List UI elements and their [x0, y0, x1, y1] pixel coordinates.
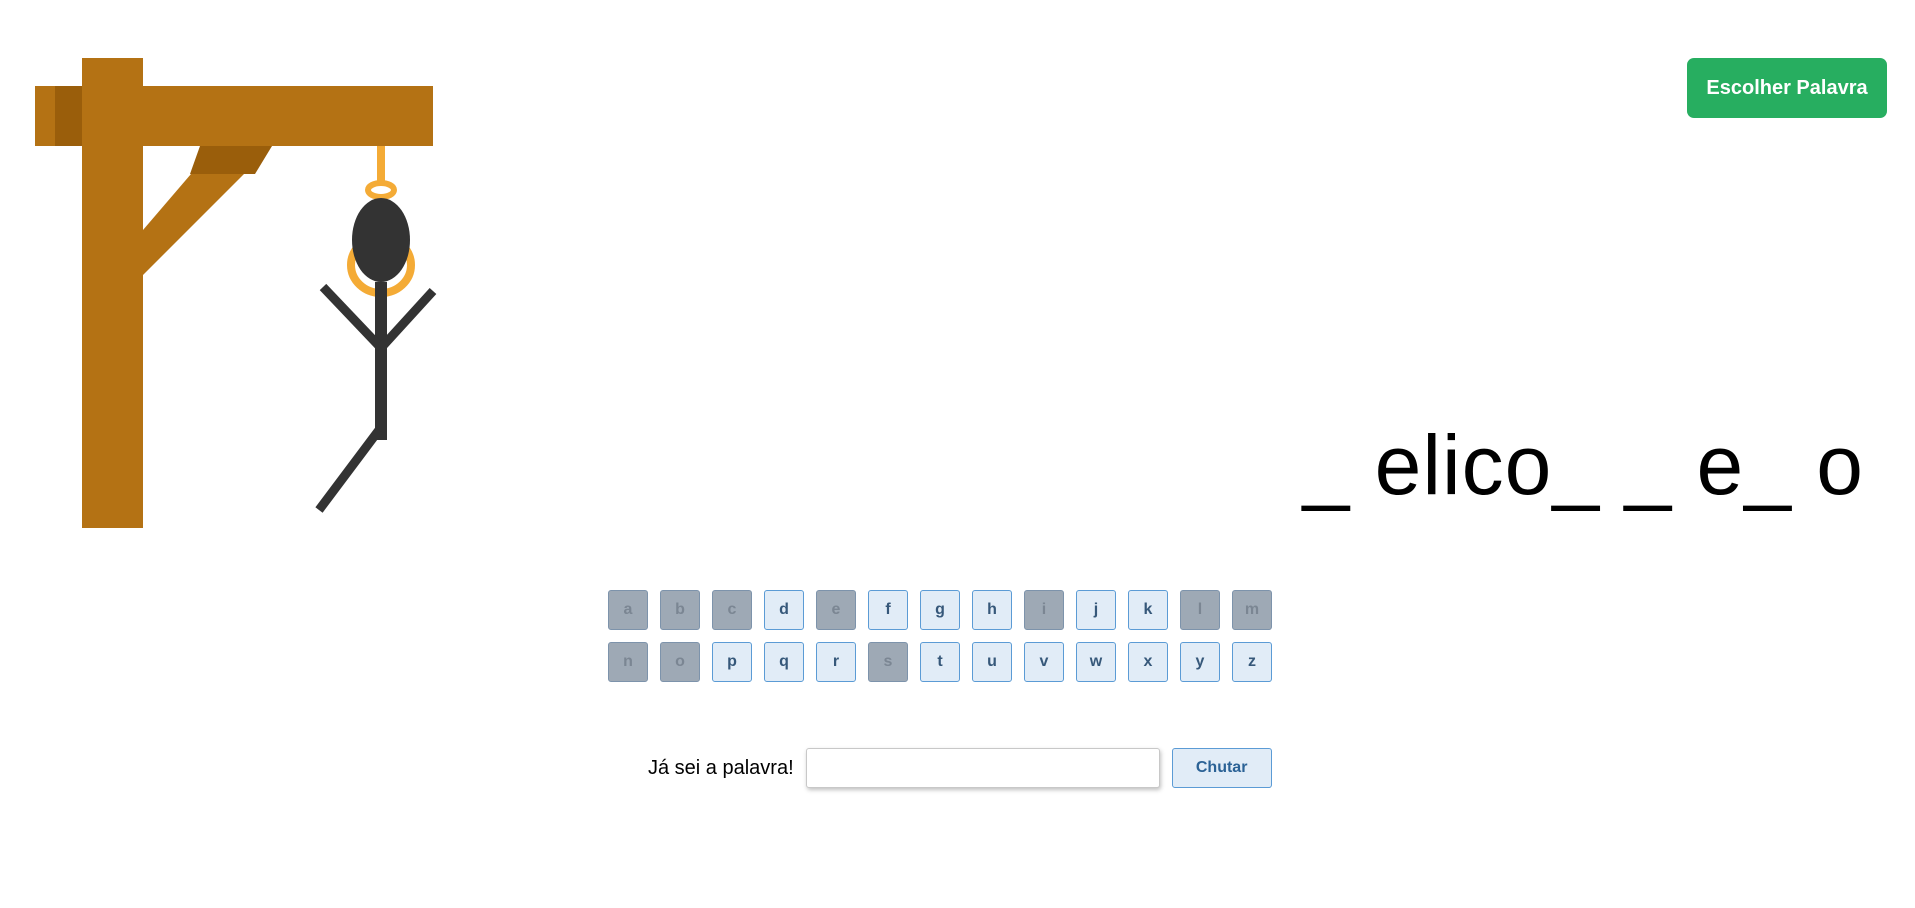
letter-key-f[interactable]: f: [868, 590, 908, 630]
letter-keyboard: abcdefghijklm nopqrstuvwxyz: [608, 590, 1278, 694]
letter-key-m[interactable]: m: [1232, 590, 1272, 630]
hangman-page: Escolher Palavra _ elico_ _ e_ o abcdefg…: [0, 0, 1915, 908]
letter-key-l[interactable]: l: [1180, 590, 1220, 630]
letter-key-v[interactable]: v: [1024, 642, 1064, 682]
keyboard-row: nopqrstuvwxyz: [608, 642, 1278, 682]
hangman-left-arm: [319, 283, 385, 352]
letter-key-o[interactable]: o: [660, 642, 700, 682]
keyboard-row: abcdefghijklm: [608, 590, 1278, 630]
letter-key-r[interactable]: r: [816, 642, 856, 682]
letter-key-d[interactable]: d: [764, 590, 804, 630]
hangman-drawing: [35, 58, 437, 528]
hangman-head: [352, 198, 410, 282]
choose-word-button[interactable]: Escolher Palavra: [1687, 58, 1887, 118]
guess-label: Já sei a palavra!: [648, 756, 794, 779]
guess-form: Já sei a palavra! Chutar: [648, 748, 1272, 788]
hangman-right-arm: [377, 287, 437, 352]
letter-key-n[interactable]: n: [608, 642, 648, 682]
letter-key-j[interactable]: j: [1076, 590, 1116, 630]
letter-key-g[interactable]: g: [920, 590, 960, 630]
hangman-left-leg: [315, 427, 383, 513]
gallows-beam-shadow: [55, 86, 83, 146]
letter-key-x[interactable]: x: [1128, 642, 1168, 682]
letter-key-y[interactable]: y: [1180, 642, 1220, 682]
letter-key-s[interactable]: s: [868, 642, 908, 682]
gallows-brace-shadow: [190, 146, 272, 174]
letter-key-w[interactable]: w: [1076, 642, 1116, 682]
letter-key-e[interactable]: e: [816, 590, 856, 630]
guess-button[interactable]: Chutar: [1171, 748, 1272, 788]
guess-input[interactable]: [805, 748, 1160, 788]
letter-key-q[interactable]: q: [764, 642, 804, 682]
gallows-post: [82, 58, 143, 528]
hangman-figure: [315, 198, 437, 513]
letter-key-k[interactable]: k: [1128, 590, 1168, 630]
rope-knot: [365, 180, 397, 200]
letter-key-t[interactable]: t: [920, 642, 960, 682]
letter-key-p[interactable]: p: [712, 642, 752, 682]
letter-key-c[interactable]: c: [712, 590, 752, 630]
letter-key-b[interactable]: b: [660, 590, 700, 630]
letter-key-z[interactable]: z: [1232, 642, 1272, 682]
letter-key-u[interactable]: u: [972, 642, 1012, 682]
letter-key-i[interactable]: i: [1024, 590, 1064, 630]
letter-key-a[interactable]: a: [608, 590, 648, 630]
letter-key-h[interactable]: h: [972, 590, 1012, 630]
word-display: _ elico_ _ e_ o: [1302, 418, 1864, 512]
